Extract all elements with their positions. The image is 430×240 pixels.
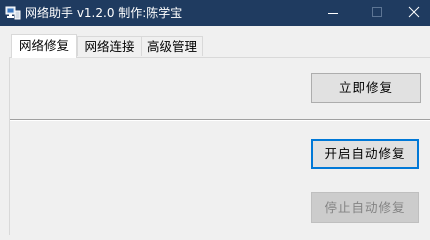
title-bar[interactable]: 网络助手 v1.2.0 制作:陈学宝 xyxy=(0,0,430,26)
section-divider xyxy=(10,119,430,121)
window-title: 网络助手 v1.2.0 制作:陈学宝 xyxy=(25,6,183,20)
close-button[interactable] xyxy=(398,0,430,26)
tab-advanced-management[interactable]: 高级管理 xyxy=(141,36,203,56)
repair-now-button[interactable]: 立即修复 xyxy=(311,73,421,103)
tab-network-repair[interactable]: 网络修复 xyxy=(11,34,77,58)
maximize-icon xyxy=(372,7,382,17)
maximize-button xyxy=(361,0,393,26)
close-icon xyxy=(408,6,420,18)
app-window: 网络助手 v1.2.0 制作:陈学宝 网络修复 网络连接 高级管理 立即修复 开… xyxy=(0,0,430,235)
tab-network-connection[interactable]: 网络连接 xyxy=(77,36,142,56)
minimize-button[interactable] xyxy=(317,0,349,26)
start-auto-repair-button[interactable]: 开启自动修复 xyxy=(311,139,419,169)
minimize-icon xyxy=(328,13,338,14)
network-computer-icon xyxy=(5,6,21,20)
stop-auto-repair-button: 停止自动修复 xyxy=(311,192,419,223)
